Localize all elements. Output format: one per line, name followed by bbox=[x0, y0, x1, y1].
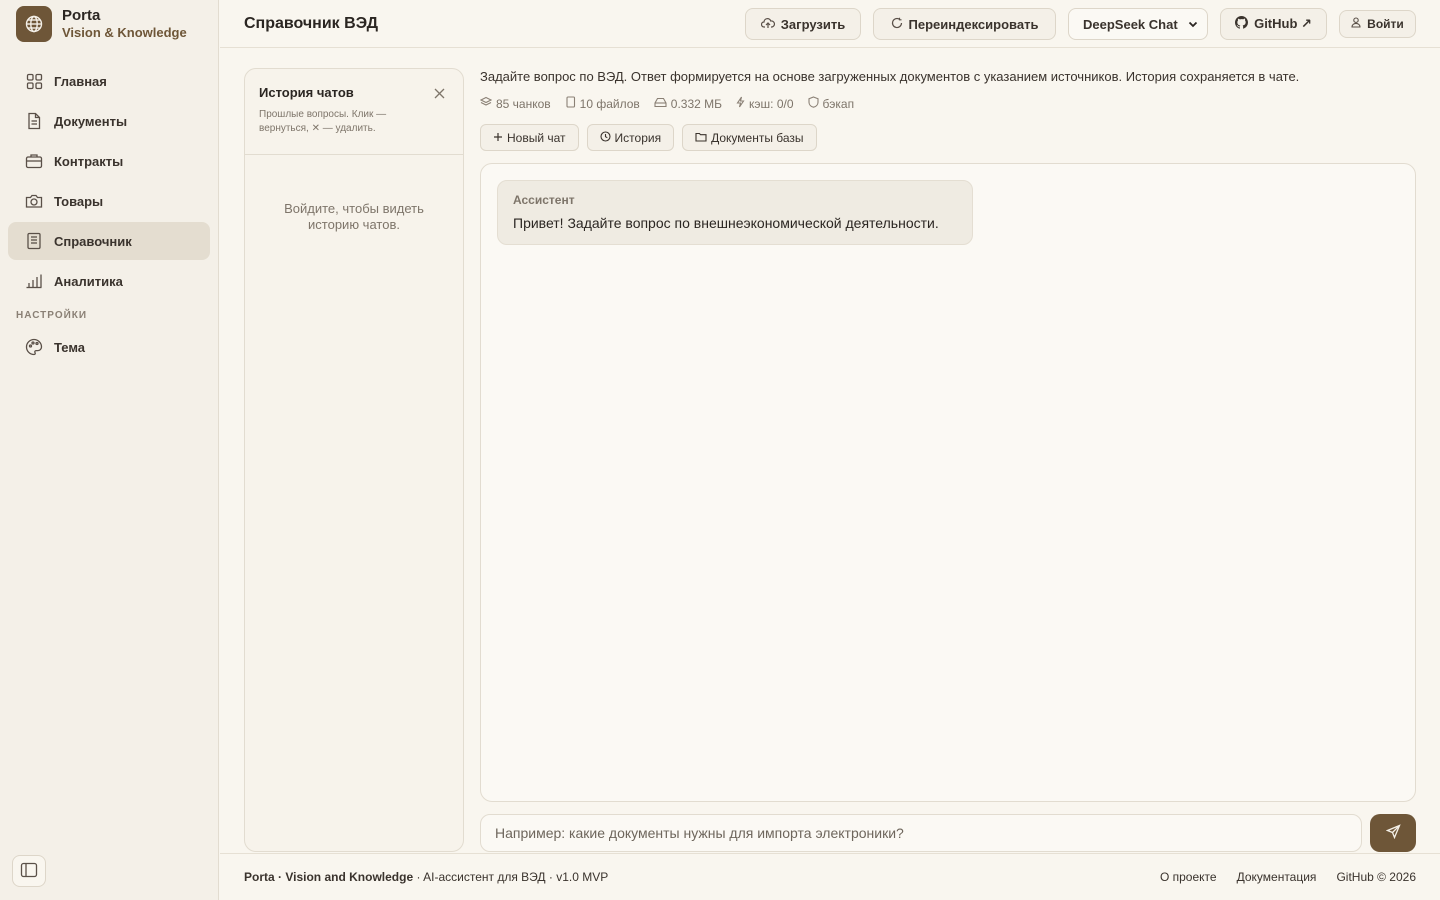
stat-cache: кэш: 0/0 bbox=[736, 96, 794, 111]
page-title: Справочник ВЭД bbox=[244, 15, 379, 32]
sidebar: Porta Vision & Knowledge Главная Докумен… bbox=[0, 0, 219, 900]
model-select-value: DeepSeek Chat bbox=[1083, 16, 1178, 32]
sidebar-item-label: Документы bbox=[54, 113, 128, 129]
sidebar-item-label: Главная bbox=[54, 73, 107, 89]
stat-chunks: 85 чанков bbox=[479, 96, 551, 111]
stat-cache-value: кэш: 0/0 bbox=[749, 96, 794, 111]
new-chat-label: Новый чат bbox=[507, 130, 566, 145]
sidebar-nav: Главная Документы Контракты Товары Справ… bbox=[8, 62, 210, 368]
chat-actions: Новый чат История Документы базы bbox=[480, 124, 817, 151]
sidebar-item-analytics[interactable]: Аналитика bbox=[8, 262, 210, 300]
chat-input[interactable] bbox=[480, 814, 1362, 852]
history-description: Прошлые вопросы. Клик — вернуться, ✕ — у… bbox=[259, 109, 387, 134]
github-label: GitHub ↗ bbox=[1254, 16, 1312, 31]
bar-chart-icon bbox=[24, 271, 44, 291]
stats-bar: 85 чанков 10 файлов 0.332 МБ кэш: 0/0 бэ… bbox=[479, 96, 855, 111]
history-button[interactable]: История bbox=[586, 124, 675, 151]
brand-name: Porta bbox=[62, 7, 101, 24]
sidebar-item-theme[interactable]: Тема bbox=[8, 328, 210, 366]
history-title: История чатов bbox=[259, 85, 354, 100]
stat-files-value: 10 файлов bbox=[579, 96, 640, 111]
footer: Porta · Vision and Knowledge · AI-ассист… bbox=[220, 853, 1440, 900]
chat-messages-area[interactable]: Ассистент Привет! Задайте вопрос по внеш… bbox=[480, 163, 1416, 802]
history-empty-state: Войдите, чтобы видеть историю чатов. bbox=[284, 201, 424, 232]
stat-backup: бэкап bbox=[807, 96, 855, 111]
new-chat-button[interactable]: Новый чат bbox=[480, 124, 579, 151]
stat-backup-value: бэкап bbox=[822, 96, 855, 111]
sidebar-toggle-button[interactable] bbox=[12, 855, 46, 887]
message-text: Привет! Задайте вопрос по внешнеэкономич… bbox=[513, 215, 939, 231]
layers-icon bbox=[479, 96, 493, 111]
upload-label: Загрузить bbox=[780, 16, 846, 32]
model-select[interactable]: DeepSeek Chat bbox=[1068, 8, 1208, 40]
footer-link-docs[interactable]: Документация bbox=[1237, 870, 1317, 884]
sidebar-item-products[interactable]: Товары bbox=[8, 182, 210, 220]
footer-link-github[interactable]: GitHub © 2026 bbox=[1336, 870, 1416, 884]
footer-links: О проекте Документация GitHub © 2026 bbox=[1160, 870, 1416, 884]
stat-files: 10 файлов bbox=[565, 96, 640, 111]
globe-icon bbox=[16, 6, 52, 42]
sidebar-item-reference[interactable]: Справочник bbox=[8, 222, 210, 260]
plus-icon bbox=[493, 131, 503, 145]
files-icon bbox=[565, 96, 576, 111]
intro-text: Задайте вопрос по ВЭД. Ответ формируется… bbox=[480, 69, 1300, 84]
disk-icon bbox=[654, 97, 667, 111]
stat-size: 0.332 МБ bbox=[654, 96, 722, 111]
knowledge-docs-label: Документы базы bbox=[711, 130, 804, 145]
sidebar-item-label: Контракты bbox=[54, 153, 124, 169]
sidebar-item-contracts[interactable]: Контракты bbox=[8, 142, 210, 180]
footer-info: Porta · Vision and Knowledge · AI-ассист… bbox=[244, 870, 608, 884]
message-role: Ассистент bbox=[513, 193, 575, 207]
chevron-down-icon bbox=[1187, 18, 1199, 33]
sidebar-panel-icon bbox=[20, 862, 38, 881]
chat-input-row bbox=[480, 814, 1416, 852]
send-button[interactable] bbox=[1370, 814, 1416, 852]
sidebar-section-settings: НАСТРОЙКИ bbox=[16, 310, 88, 321]
github-button[interactable]: GitHub ↗ bbox=[1220, 8, 1327, 40]
sidebar-item-label: Тема bbox=[54, 339, 86, 355]
sidebar-item-label: Справочник bbox=[54, 233, 132, 249]
stat-size-value: 0.332 МБ bbox=[670, 96, 723, 111]
shield-icon bbox=[807, 96, 819, 111]
upload-cloud-icon bbox=[760, 17, 775, 32]
brand-subtitle: Vision & Knowledge bbox=[62, 25, 187, 40]
book-icon bbox=[24, 231, 44, 251]
refresh-icon bbox=[891, 17, 903, 32]
footer-tagline: · AI-ассистент для ВЭД · v1.0 MVP bbox=[413, 870, 609, 884]
folder-icon bbox=[695, 131, 707, 145]
close-icon[interactable] bbox=[431, 85, 447, 101]
palette-icon bbox=[24, 337, 44, 357]
send-icon bbox=[1385, 824, 1401, 842]
bolt-icon bbox=[736, 96, 745, 111]
reindex-button[interactable]: Переиндексировать bbox=[873, 8, 1056, 40]
top-header: Справочник ВЭД Загрузить Переиндексирова… bbox=[220, 0, 1440, 48]
footer-link-about[interactable]: О проекте bbox=[1160, 870, 1217, 884]
sidebar-item-label: Товары bbox=[54, 193, 104, 209]
login-button[interactable]: Войти bbox=[1339, 10, 1416, 38]
history-label: История bbox=[614, 130, 662, 145]
brand[interactable]: Porta Vision & Knowledge bbox=[16, 6, 187, 42]
login-label: Войти bbox=[1367, 17, 1404, 31]
sidebar-item-home[interactable]: Главная bbox=[8, 62, 210, 100]
footer-brand: Porta · Vision and Knowledge bbox=[244, 870, 414, 884]
reindex-label: Переиндексировать bbox=[908, 16, 1039, 32]
stat-chunks-value: 85 чанков bbox=[496, 96, 551, 111]
chat-history-panel: История чатов Прошлые вопросы. Клик — ве… bbox=[244, 68, 464, 852]
user-icon bbox=[1351, 17, 1361, 31]
assistant-message: Ассистент Привет! Задайте вопрос по внеш… bbox=[497, 180, 973, 245]
grid-icon bbox=[24, 71, 44, 91]
knowledge-docs-button[interactable]: Документы базы bbox=[682, 124, 817, 151]
briefcase-icon bbox=[24, 151, 44, 171]
sidebar-item-label: Аналитика bbox=[54, 273, 123, 289]
upload-button[interactable]: Загрузить bbox=[745, 8, 861, 40]
sidebar-item-documents[interactable]: Документы bbox=[8, 102, 210, 140]
github-icon bbox=[1235, 16, 1249, 32]
camera-icon bbox=[24, 191, 44, 211]
document-icon bbox=[24, 111, 44, 131]
clock-icon bbox=[599, 130, 611, 145]
